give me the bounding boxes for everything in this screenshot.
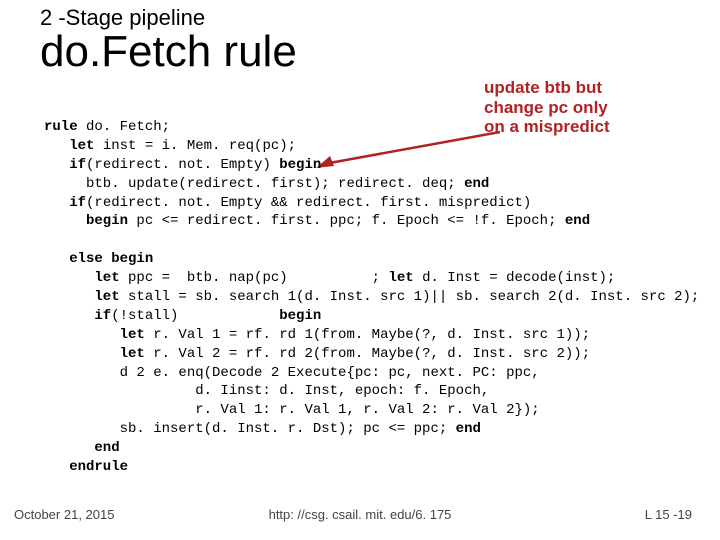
kw-begin: begin: [279, 308, 321, 324]
title-block: 2 -Stage pipeline do.Fetch rule: [0, 0, 720, 75]
kw-begin: begin: [279, 157, 321, 173]
footer-url: http: //csg. csail. mit. edu/6. 175: [269, 507, 452, 522]
kw-if: if: [44, 195, 86, 211]
kw-if: if: [44, 308, 111, 324]
title-large: do.Fetch rule: [40, 29, 720, 75]
kw-rule: rule: [44, 119, 78, 135]
kw-end: end: [456, 421, 481, 437]
code-block: rule do. Fetch; let inst = i. Mem. req(p…: [44, 118, 692, 477]
footer-date: October 21, 2015: [14, 507, 114, 522]
kw-let: let: [44, 346, 145, 362]
footer-page: L 15 -19: [645, 507, 692, 522]
slide: 2 -Stage pipeline do.Fetch rule update b…: [0, 0, 720, 540]
kw-endrule: endrule: [44, 459, 128, 475]
kw-begin: begin: [44, 213, 128, 229]
kw-if: if: [44, 157, 86, 173]
kw-end: end: [464, 176, 489, 192]
annotation-line: change pc only: [484, 98, 664, 118]
kw-let: let: [44, 138, 94, 154]
kw-let: let: [44, 327, 145, 343]
annotation-line: update btb but: [484, 78, 664, 98]
kw-let: let: [44, 289, 120, 305]
kw-let: let: [388, 270, 413, 286]
kw-end: end: [44, 440, 120, 456]
title-small: 2 -Stage pipeline: [40, 6, 720, 29]
kw-else-begin: else begin: [44, 251, 153, 267]
kw-let: let: [44, 270, 120, 286]
kw-end: end: [565, 213, 590, 229]
